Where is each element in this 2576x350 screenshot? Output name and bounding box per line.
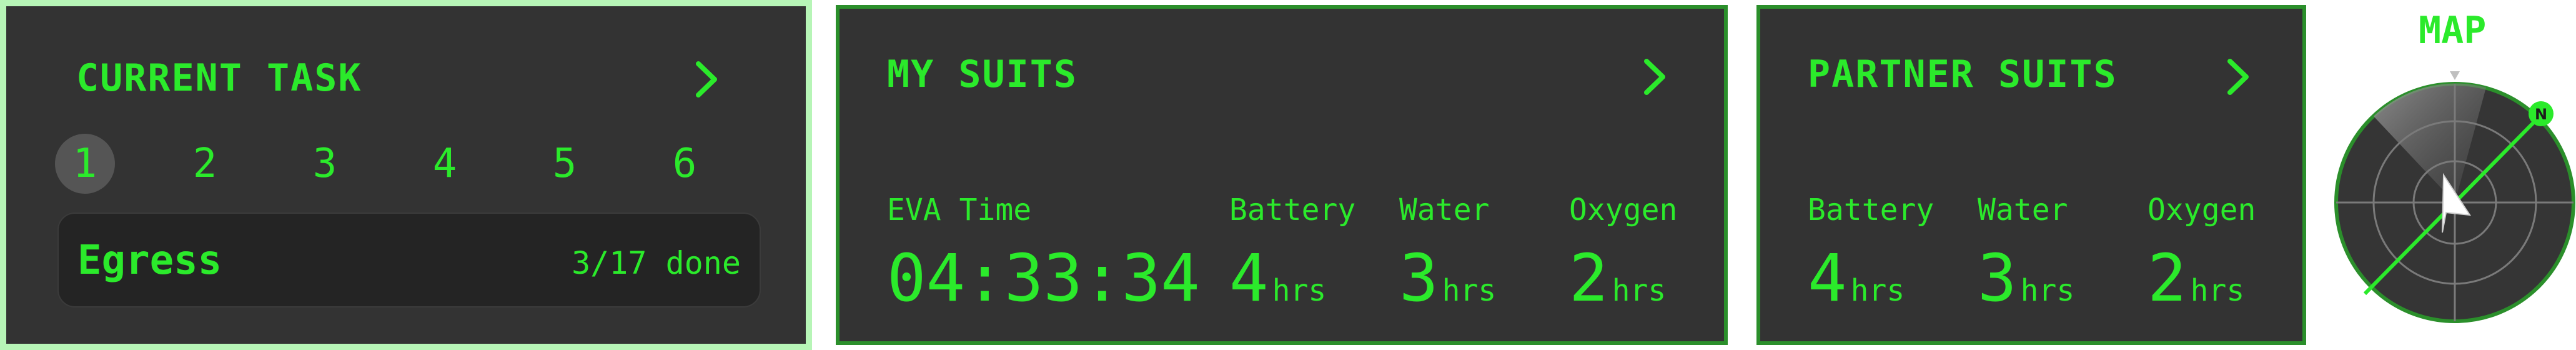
- step-4[interactable]: 4: [415, 134, 475, 194]
- map-title: MAP: [2419, 9, 2487, 52]
- partner-water-stat: 3 hrs: [1978, 240, 2074, 316]
- step-5[interactable]: 5: [535, 134, 595, 194]
- chevron-right-icon[interactable]: [687, 58, 725, 101]
- partner-battery-value: 4: [1808, 240, 1847, 316]
- water-stat: 3 hrs: [1399, 240, 1496, 316]
- battery-label: Battery: [1229, 192, 1356, 228]
- water-value: 3: [1399, 240, 1439, 316]
- step-3[interactable]: 3: [295, 134, 355, 194]
- partner-water-value: 3: [1978, 240, 2017, 316]
- battery-value: 4: [1229, 240, 1269, 316]
- oxygen-label: Oxygen: [1569, 192, 1678, 228]
- task-name: Egress: [77, 238, 222, 284]
- chevron-right-icon[interactable]: [1635, 55, 1673, 99]
- water-unit: hrs: [1442, 273, 1497, 308]
- partner-battery-unit: hrs: [1850, 273, 1905, 308]
- battery-unit: hrs: [1272, 273, 1327, 308]
- water-label: Water: [1399, 192, 1490, 228]
- current-task-title: CURRENT TASK: [76, 56, 362, 100]
- step-2[interactable]: 2: [175, 134, 235, 194]
- north-label: N: [2535, 106, 2547, 123]
- partner-suits-panel[interactable]: PARTNER SUITS Battery 4 hrs Water 3 hrs Ox…: [1756, 5, 2306, 345]
- task-progress: 3/17 done: [572, 245, 741, 281]
- partner-oxygen-value: 2: [2147, 240, 2187, 316]
- step-1[interactable]: 1: [55, 134, 115, 194]
- oxygen-stat: 2 hrs: [1569, 240, 1666, 316]
- partner-oxygen-stat: 2 hrs: [2147, 240, 2244, 316]
- partner-battery-label: Battery: [1808, 192, 1934, 228]
- current-task-card[interactable]: Egress 3/17 done: [57, 212, 761, 308]
- battery-stat: 4 hrs: [1229, 240, 1326, 316]
- current-task-panel[interactable]: CURRENT TASK 1 2 3 4 5 6 Egress 3/17 don…: [0, 0, 812, 350]
- oxygen-unit: hrs: [1612, 273, 1667, 308]
- partner-suits-title: PARTNER SUITS: [1808, 52, 2118, 96]
- partner-water-label: Water: [1978, 192, 2068, 228]
- my-suits-panel[interactable]: MY SUITS EVA Time 04:33:34 Battery 4 hrs …: [836, 5, 1728, 345]
- eva-time-value: 04:33:34: [887, 240, 1200, 316]
- north-marker-icon: [2450, 71, 2460, 80]
- partner-oxygen-label: Oxygen: [2147, 192, 2256, 228]
- minimap[interactable]: N: [2334, 62, 2576, 338]
- my-suits-title: MY SUITS: [887, 52, 1077, 96]
- partner-battery-stat: 4 hrs: [1808, 240, 1905, 316]
- eva-time-label: EVA Time: [887, 192, 1032, 228]
- step-6[interactable]: 6: [655, 134, 715, 194]
- oxygen-value: 2: [1569, 240, 1608, 316]
- partner-oxygen-unit: hrs: [2190, 273, 2245, 308]
- partner-water-unit: hrs: [2020, 273, 2075, 308]
- chevron-right-icon[interactable]: [2219, 55, 2256, 99]
